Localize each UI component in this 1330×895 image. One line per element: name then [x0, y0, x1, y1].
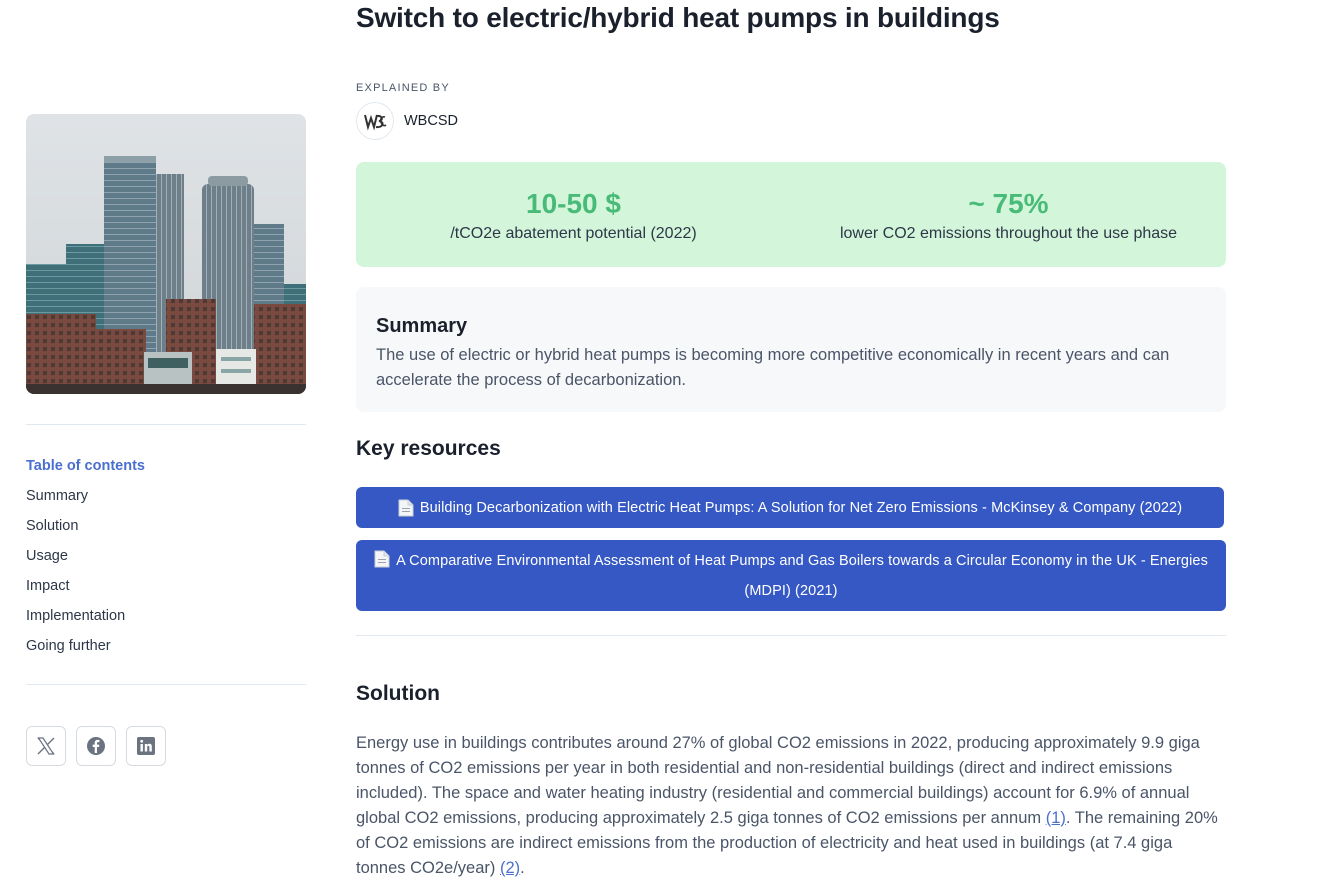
divider	[26, 684, 306, 685]
stat-value: 10-50 $	[526, 187, 621, 219]
page-title: Switch to electric/hybrid heat pumps in …	[356, 2, 1000, 33]
impact-stats: 10-50 $ /tCO2e abatement potential (2022…	[356, 162, 1226, 267]
share-x-button[interactable]	[26, 726, 66, 766]
solution-paragraph: Energy use in buildings contributes arou…	[356, 731, 1226, 881]
document-icon	[374, 550, 390, 567]
resource-title: A Comparative Environmental Assessment o…	[396, 552, 1208, 599]
stat-value: ~ 75%	[968, 187, 1049, 219]
sidebar: Table of contents Summary Solution Usage…	[26, 114, 306, 766]
solution-heading: Solution	[356, 682, 440, 705]
table-of-contents: Table of contents Summary Solution Usage…	[26, 455, 306, 665]
summary-card: Summary The use of electric or hybrid he…	[356, 287, 1226, 412]
toc-item-summary[interactable]: Summary	[26, 485, 306, 515]
toc-item-implementation[interactable]: Implementation	[26, 605, 306, 635]
hero-image	[26, 114, 306, 394]
toc-item-impact[interactable]: Impact	[26, 575, 306, 605]
reference-link-1[interactable]: (1)	[1046, 809, 1066, 827]
share-buttons	[26, 726, 306, 766]
facebook-icon	[87, 737, 105, 755]
divider	[26, 424, 306, 425]
toc-title[interactable]: Table of contents	[26, 455, 306, 485]
linkedin-icon	[137, 737, 155, 755]
toc-item-usage[interactable]: Usage	[26, 545, 306, 575]
stat-label: lower CO2 emissions throughout the use p…	[839, 224, 1178, 242]
toc-item-solution[interactable]: Solution	[26, 515, 306, 545]
author-name: WBCSD	[404, 113, 458, 129]
resource-link-mckinsey[interactable]: Building Decarbonization with Electric H…	[356, 487, 1224, 528]
stat-label: /tCO2e abatement potential (2022)	[450, 224, 697, 242]
share-facebook-button[interactable]	[76, 726, 116, 766]
resource-link-mdpi[interactable]: A Comparative Environmental Assessment o…	[356, 540, 1226, 611]
explained-by-label: EXPLAINED BY	[356, 82, 450, 94]
x-twitter-icon	[37, 737, 55, 755]
stat-emissions: ~ 75% lower CO2 emissions throughout the…	[791, 162, 1226, 267]
resource-title: Building Decarbonization with Electric H…	[419, 499, 1183, 516]
document-icon	[398, 499, 414, 516]
summary-heading: Summary	[376, 315, 468, 337]
reference-link-2[interactable]: (2)	[500, 859, 520, 877]
summary-text: The use of electric or hybrid heat pumps…	[376, 346, 1170, 389]
divider	[356, 635, 1226, 636]
author[interactable]: WBCSD	[356, 102, 458, 140]
wbcsd-logo	[356, 102, 394, 140]
share-linkedin-button[interactable]	[126, 726, 166, 766]
key-resources-heading: Key resources	[356, 437, 501, 460]
toc-item-going-further[interactable]: Going further	[26, 635, 306, 665]
stat-abatement: 10-50 $ /tCO2e abatement potential (2022…	[356, 162, 791, 267]
solution-text-3: .	[520, 859, 525, 877]
